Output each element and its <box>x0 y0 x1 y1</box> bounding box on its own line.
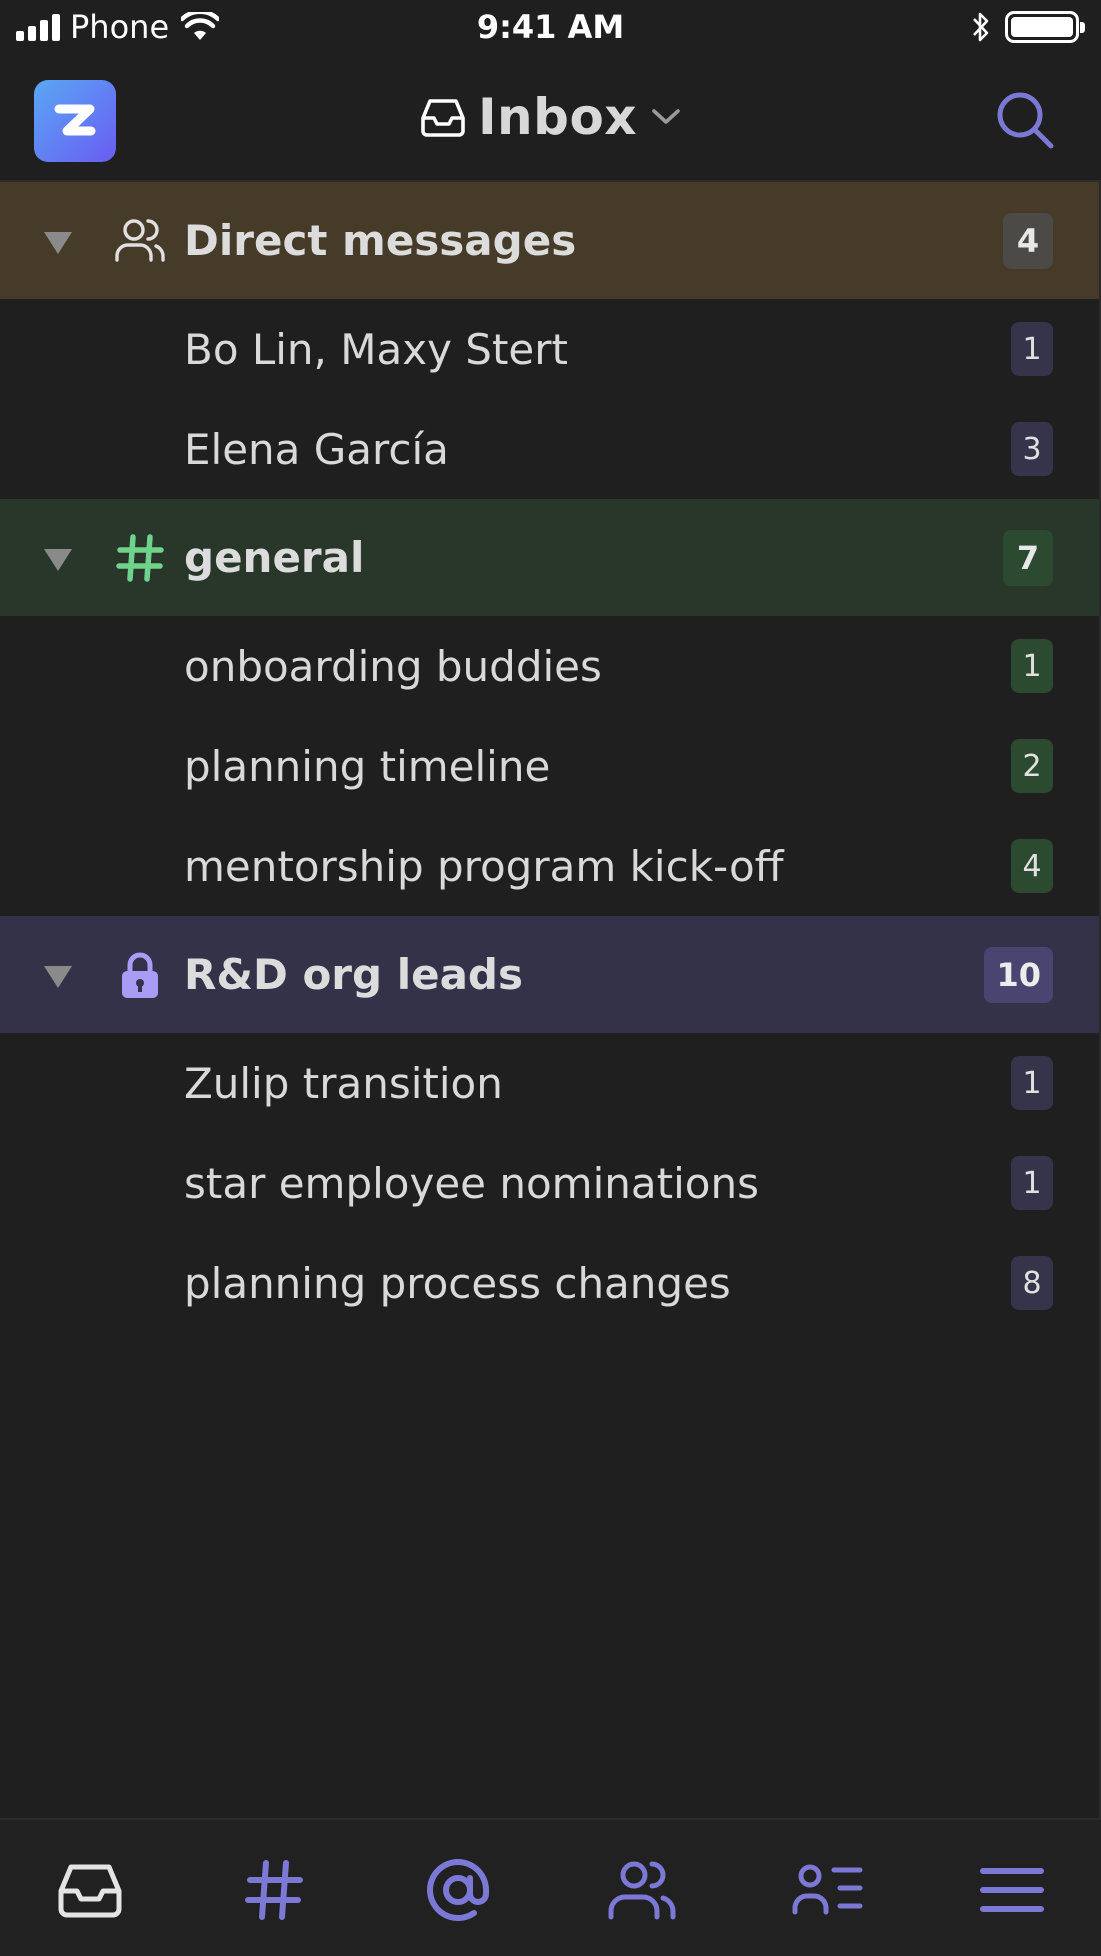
conversation-label: Elena García <box>184 424 449 474</box>
group-header-direct-messages[interactable]: Direct messages 4 <box>0 182 1101 299</box>
unread-count-badge: 1 <box>1011 639 1053 693</box>
inbox-icon <box>421 99 465 137</box>
user-list-icon <box>792 1864 863 1915</box>
topic-row[interactable]: planning timeline 2 <box>0 716 1101 816</box>
unread-count-badge: 10 <box>984 946 1053 1003</box>
topic-label: Zulip transition <box>184 1058 503 1108</box>
collapse-arrow-icon[interactable] <box>42 545 74 573</box>
conversation-label: Bo Lin, Maxy Stert <box>184 324 568 374</box>
battery-icon <box>1005 11 1085 43</box>
tab-inbox[interactable] <box>48 1848 132 1932</box>
topic-row[interactable]: star employee nominations 1 <box>0 1133 1101 1233</box>
group-title: R&D org leads <box>184 950 523 999</box>
topic-label: onboarding buddies <box>184 641 602 691</box>
group-title: general <box>184 533 365 582</box>
bottom-tab-bar <box>0 1818 1101 1956</box>
tab-direct-messages[interactable] <box>600 1848 684 1932</box>
lock-icon <box>112 947 168 1003</box>
topic-label: planning timeline <box>184 741 551 791</box>
status-bar: Phone 9:41 AM <box>0 0 1101 58</box>
status-time: 9:41 AM <box>476 8 625 46</box>
unread-count-badge: 7 <box>1003 529 1053 586</box>
chevron-down-icon <box>652 109 680 124</box>
topic-row[interactable]: mentorship program kick-off 4 <box>0 816 1101 916</box>
at-sign-icon <box>427 1859 489 1922</box>
topic-label: planning process changes <box>184 1258 731 1308</box>
unread-count-badge: 3 <box>1011 422 1053 476</box>
group-title: Direct messages <box>184 216 577 265</box>
unread-count-badge: 1 <box>1011 1056 1053 1110</box>
inbox-icon <box>58 1864 122 1918</box>
unread-count-badge: 8 <box>1011 1256 1053 1310</box>
bluetooth-icon <box>973 12 989 42</box>
view-switcher[interactable]: Inbox <box>0 88 1101 146</box>
collapse-arrow-icon[interactable] <box>42 228 74 256</box>
menu-icon <box>980 1868 1044 1912</box>
topic-label: star employee nominations <box>184 1158 759 1208</box>
collapse-arrow-icon[interactable] <box>42 962 74 990</box>
topic-row[interactable]: planning process changes 8 <box>0 1233 1101 1333</box>
inbox-list: Direct messages 4 Bo Lin, Maxy Stert 1 E… <box>0 182 1101 1333</box>
group-header-general[interactable]: general 7 <box>0 499 1101 616</box>
conversation-row[interactable]: Elena García 3 <box>0 399 1101 499</box>
status-right <box>971 10 1085 44</box>
topic-label: mentorship program kick-off <box>184 841 784 891</box>
unread-count-badge: 2 <box>1011 739 1053 793</box>
users-icon <box>608 1861 676 1920</box>
tab-users[interactable] <box>786 1848 870 1932</box>
tab-mentions[interactable] <box>416 1848 500 1932</box>
hash-icon <box>112 530 168 586</box>
page-title: Inbox <box>477 88 638 146</box>
unread-count-badge: 4 <box>1003 212 1053 269</box>
search-icon <box>997 92 1054 149</box>
topic-row[interactable]: onboarding buddies 1 <box>0 616 1101 716</box>
app-header: Inbox <box>0 58 1101 182</box>
group-header-rd-org-leads[interactable]: R&D org leads 10 <box>0 916 1101 1033</box>
topic-row[interactable]: Zulip transition 1 <box>0 1033 1101 1133</box>
hash-icon <box>245 1860 303 1920</box>
users-icon <box>112 213 168 269</box>
app-screen: Phone 9:41 AM Inbox Direct messages 4 Bo… <box>0 0 1101 1956</box>
unread-count-badge: 1 <box>1011 322 1053 376</box>
tab-menu[interactable] <box>970 1848 1054 1932</box>
tab-channels[interactable] <box>232 1848 316 1932</box>
unread-count-badge: 1 <box>1011 1156 1053 1210</box>
unread-count-badge: 4 <box>1011 839 1053 893</box>
conversation-row[interactable]: Bo Lin, Maxy Stert 1 <box>0 299 1101 399</box>
search-button[interactable] <box>993 88 1059 154</box>
